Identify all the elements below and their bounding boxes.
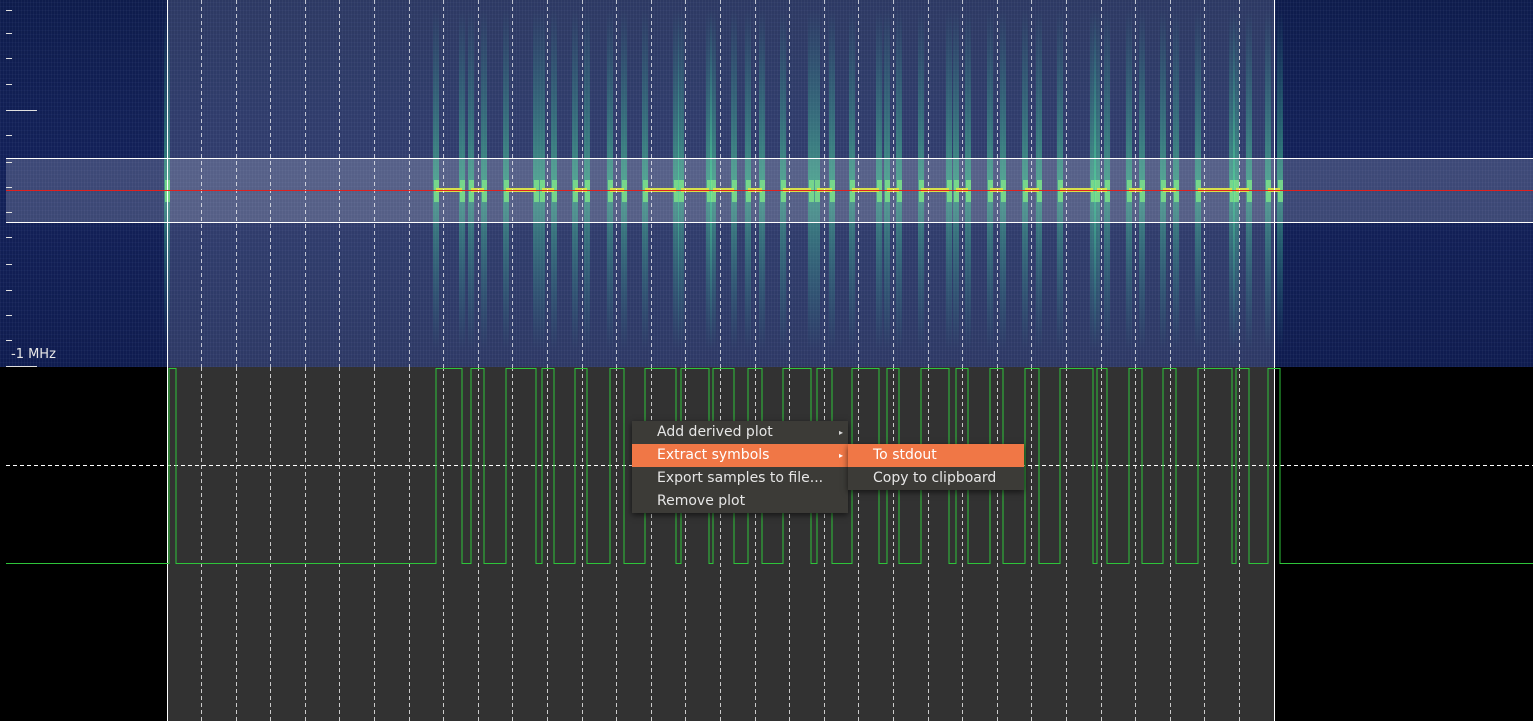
submenu-arrow-icon: ▸ — [838, 428, 843, 437]
context-menu: Add derived plot ▸ Extract symbols ▸ Exp… — [632, 421, 848, 513]
menu-item-remove-plot[interactable]: Remove plot — [632, 490, 848, 513]
menu-item-label: Extract symbols — [657, 447, 770, 463]
submenu-arrow-icon: ▸ — [838, 451, 843, 460]
frequency-axis-label: -1 MHz — [11, 347, 56, 362]
menu-item-label: To stdout — [873, 447, 937, 463]
spectrogram-plot[interactable]: -1 MHz — [0, 0, 1533, 367]
menu-item-label: Add derived plot — [657, 424, 773, 440]
menu-item-extract-symbols[interactable]: Extract symbols ▸ — [632, 444, 848, 467]
menu-item-label: Export samples to file... — [657, 470, 824, 486]
submenu-item-copy-to-clipboard[interactable]: Copy to clipboard — [848, 467, 1024, 490]
spectrogram-overlay — [6, 0, 1533, 367]
menu-item-label: Remove plot — [657, 493, 746, 509]
menu-item-add-derived-plot[interactable]: Add derived plot ▸ — [632, 421, 848, 444]
menu-item-export-samples[interactable]: Export samples to file... — [632, 467, 848, 490]
menu-item-label: Copy to clipboard — [873, 470, 997, 486]
extract-symbols-submenu: To stdout Copy to clipboard — [848, 444, 1024, 490]
submenu-item-to-stdout[interactable]: To stdout — [848, 444, 1024, 467]
